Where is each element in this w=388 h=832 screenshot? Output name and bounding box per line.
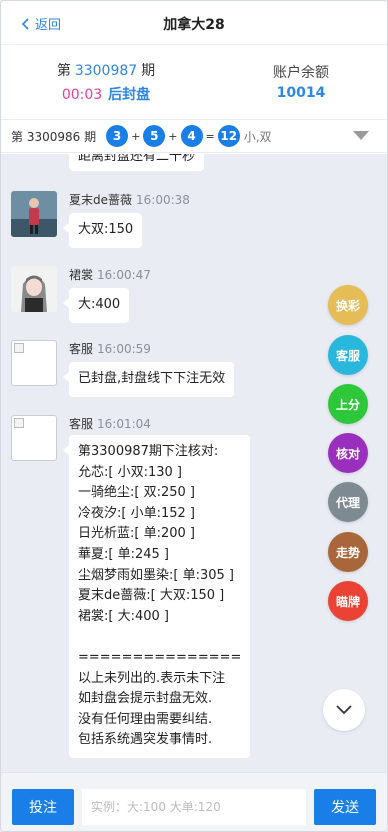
result-period-label: 第 3300986 期 [11,129,97,144]
message-bubble: 距离封盘还有二十秒 [69,154,205,171]
countdown-time: 00:03 [61,87,103,103]
chevron-down-icon [336,705,352,715]
result-description: 小,双 [243,129,272,144]
message-time: 16:01:04 [97,417,151,431]
bubble-line: 没有任何理由需要纠结. [78,711,213,727]
bubble-line: 夏末de蔷薇:[ 大双:150 ] [78,588,225,604]
result-ball-1: 3 [106,125,129,147]
avatar[interactable] [11,340,57,386]
bubble-line: 距离封盘还有二十秒 [78,154,196,164]
bubble-line: 大双:150 [78,222,134,237]
chat-area[interactable]: 距离封盘还有二十秒 夏末de蔷薇 16:00:38 大双:150 裙裳 16:0… [1,154,387,772]
countdown-status: 后封盘 [108,87,151,103]
customer-service-button[interactable]: 客服 [328,335,368,375]
result-sum-ball: 12 [217,125,240,147]
bubble-line: 日光析蓝:[ 单:200 ] [78,526,195,542]
bubble-line: 華夏:[ 单:245 ] [78,546,169,562]
trend-button[interactable]: 走势 [328,532,368,572]
message-bubble: 已封盘,封盘线下下注无效 [62,362,235,397]
sender-name: 客服 [69,342,94,356]
bet-button[interactable]: 投注 [12,789,74,825]
sender-name: 夏末de蔷薇 [69,193,133,207]
message-bubble: 大:400 [62,288,130,323]
avatar-photo [11,266,57,312]
bubble-line: 如封盘会提示封盘无效. [78,691,213,707]
avatar[interactable] [11,191,57,237]
bottom-input-bar: 投注 发送 [1,772,387,831]
message-time: 16:00:59 [97,342,151,356]
current-period: 第 3300987 期 [1,60,211,80]
period-number: 3300987 [74,63,138,79]
send-button[interactable]: 发送 [314,789,376,825]
switch-lottery-button[interactable]: 换彩 [328,285,368,325]
bubble-line: 冷夜汐:[ 小单:152 ] [78,505,195,521]
equals-sign: = [205,129,215,143]
bubble-line: 包括系统遇突发事情时. [78,732,213,748]
bubble-line: 允芯:[ 小双:130 ] [78,464,182,480]
result-ball-3: 4 [180,125,203,147]
balance-label: 账户余额 [273,65,329,81]
plus-sign: + [131,129,141,143]
message-bubble: 第3300987期下注核对: 允芯:[ 小双:130 ] 一骑绝尘:[ 双:25… [62,435,251,758]
message-bubble: 大双:150 [62,213,143,248]
avatar[interactable] [11,266,57,312]
top-nav-bar: 返回 加拿大28 [1,1,387,45]
bubble-line: 已封盘,封盘线下下注无效 [78,371,226,386]
message-meta: 夏末de蔷薇 16:00:38 [69,191,190,208]
bubble-line: =============== [78,649,242,665]
bubble-line: 第3300987期下注核对: [78,444,219,459]
message-time: 16:00:47 [97,268,151,282]
sender-name: 裙裳 [69,268,94,282]
scroll-down-button[interactable] [323,689,365,731]
message-meta: 客服 16:00:59 [69,340,151,357]
agent-button[interactable]: 代理 [328,482,368,522]
broken-image-icon [14,343,24,353]
peek-card-button[interactable]: 瞄牌 [328,581,368,621]
message-meta: 客服 16:01:04 [69,415,151,432]
avatar[interactable] [11,415,57,461]
bubble-line: 大:400 [78,297,121,312]
message-meta: 裙裳 16:00:47 [69,266,151,283]
broken-image-icon [14,418,24,428]
page-title: 加拿大28 [163,17,225,33]
bubble-line: 一骑绝尘:[ 双:250 ] [78,485,195,501]
bet-input[interactable] [82,789,306,825]
top-up-button[interactable]: 上分 [328,384,368,424]
triangle-down-icon[interactable] [353,131,369,140]
app-frame: 返回 加拿大28 第 3300987 期 00:03 后封盘 账户余额 10014 第… [0,0,388,832]
bubble-line: 裙裳:[ 大:400 ] [78,608,169,624]
message-time: 16:00:38 [136,193,190,207]
balance-value: 10014 [276,85,326,101]
period-info-panel: 第 3300987 期 00:03 后封盘 账户余额 10014 [1,46,387,118]
bubble-line: 以上未列出的.表示未下注 [78,670,226,686]
plus-sign: + [168,129,178,143]
last-result-bar[interactable]: 第 3300986 期 3 + 5 + 4 = 12 小,双 [1,119,387,153]
verify-button[interactable]: 核对 [328,433,368,473]
avatar-photo [11,191,57,237]
period-suffix: 期 [141,63,156,79]
countdown: 00:03 后封盘 [1,84,211,104]
bubble-line: 尘烟梦雨如墨染:[ 单:305 ] [78,567,234,583]
sender-name: 客服 [69,417,94,431]
period-prefix: 第 [56,63,71,79]
bubble-line [78,627,241,648]
result-ball-2: 5 [143,125,166,147]
